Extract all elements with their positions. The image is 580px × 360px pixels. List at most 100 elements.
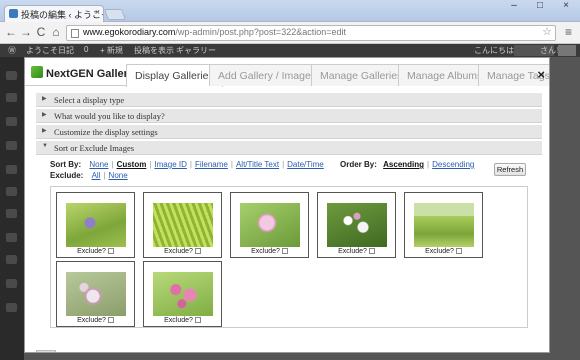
window-controls: – □ × [504,0,576,11]
grass-photo [153,203,213,247]
pink-cluster-photo [66,272,126,316]
exclude-label: Exclude: [50,171,84,180]
sort-alt-title-link[interactable]: Alt/Title Text [236,160,279,169]
wp-admin-bar: Ⓦ ようこそ日記 0 + 新規 投稿を表示 ギャラリー こんにちは、 さん！ [0,44,580,57]
tools-icon [6,255,17,264]
expand-triangle-icon: ▶ [42,96,47,102]
thumbnail-item[interactable]: Exclude? [56,261,135,327]
pages-icon [6,141,17,150]
exclude-checkbox[interactable] [281,248,288,255]
modal-backdrop-right [548,57,580,360]
comments-count[interactable]: 0 [84,45,88,54]
exclude-row: Exclude: All | None [50,171,128,180]
nextgen-logo-icon [31,66,43,78]
pink-flowers-photo [153,272,213,316]
comments-icon [6,165,17,174]
tab-close-icon[interactable]: × [95,7,100,17]
sort-none-link[interactable]: None [89,160,108,169]
thumbnail-item[interactable]: Exclude? [230,192,309,258]
accordion-display-type[interactable]: ▶ Select a display type [36,93,542,107]
order-ascending-link[interactable]: Ascending [383,160,424,169]
sort-custom-link[interactable]: Custom [117,160,147,169]
address-bar[interactable]: www.egokorodiary.com/wp-admin/post.php?p… [66,25,556,41]
forward-arrow-icon[interactable]: → [19,25,33,39]
users-icon [6,233,17,242]
thumbnail-item[interactable]: Exclude? [143,192,222,258]
tab-manage-galleries[interactable]: Manage Galleries [311,64,412,86]
expand-triangle-icon: ▶ [42,128,47,134]
browser-toolbar: ← → C ⌂ www.egokorodiary.com/wp-admin/po… [0,22,580,44]
exclude-none-link[interactable]: None [109,171,128,180]
thumbnail-caption: Exclude? [57,317,134,324]
bookmark-star-icon[interactable]: ☆ [542,25,552,38]
modal-backdrop-bottom [24,352,548,360]
modal-header: NextGEN Gallery Display Galleries Add Ga… [25,58,549,87]
thumbnail-item[interactable]: Exclude? [317,192,396,258]
browser-tab[interactable]: 投稿の編集 ‹ ようこそ日記 – × [4,5,104,22]
exclude-checkbox[interactable] [107,317,114,324]
accordion-label: What would you like to display? [54,111,165,121]
adminbar-gallery[interactable]: ギャラリー [176,45,216,56]
sort-filename-link[interactable]: Filename [195,160,228,169]
maximize-button[interactable]: □ [530,0,550,11]
url-host: www.egokorodiary.com [83,27,176,37]
thumbnail-grid: Exclude? Exclude? Exclude? Exclude? Excl… [50,186,528,328]
posts-icon [6,93,17,102]
order-descending-link[interactable]: Descending [432,160,474,169]
sort-date-time-link[interactable]: Date/Time [287,160,324,169]
wordpress-logo-icon[interactable]: Ⓦ [8,45,16,56]
exclude-checkbox[interactable] [368,248,375,255]
sort-image-id-link[interactable]: Image ID [154,160,186,169]
accordion-what-to-display[interactable]: ▶ What would you like to display? [36,109,542,123]
adminbar-new[interactable]: + 新規 [100,45,123,56]
back-arrow-icon[interactable]: ← [4,25,18,39]
accordion-label: Sort or Exclude Images [54,143,135,153]
dashboard-icon [6,71,17,80]
site-favicon-icon [9,9,18,18]
adminbar-view-post[interactable]: 投稿を表示 [134,45,174,56]
exclude-checkbox[interactable] [194,317,201,324]
adminbar-site-name[interactable]: ようこそ日記 [26,45,74,56]
plugins-icon [6,209,17,218]
home-icon[interactable]: ⌂ [49,25,63,39]
thumbnail-item[interactable]: Exclude? [56,192,135,258]
settings-icon [6,279,17,288]
url-path: /wp-admin/post.php?post=322&action=edit [175,27,346,37]
exclude-checkbox[interactable] [194,248,201,255]
modal-close-icon[interactable]: × [537,67,545,82]
accordion-label: Select a display type [54,95,125,105]
exclude-checkbox[interactable] [455,248,462,255]
exclude-checkbox[interactable] [107,248,114,255]
gallery-menu-icon [6,303,17,312]
page-icon [71,29,79,38]
thumbnail-item[interactable]: Exclude? [404,192,483,258]
avatar[interactable] [558,45,576,56]
thumbnail-caption: Exclude? [144,317,221,324]
appearance-icon [6,187,17,196]
thumbnail-item[interactable]: Exclude? [143,261,222,327]
thumbnail-caption: Exclude? [144,248,221,255]
clover-flower-photo [240,203,300,247]
order-by-label: Order By: [340,160,377,169]
reload-icon[interactable]: C [34,25,48,39]
accordion-sort-exclude[interactable]: ▼ Sort or Exclude Images [36,141,542,155]
minimize-button[interactable]: – [504,0,524,11]
browser-menu-icon[interactable]: ≡ [565,25,572,39]
modal-brand: NextGEN Gallery [46,68,135,80]
media-icon [6,117,17,126]
accordion-customize-settings[interactable]: ▶ Customize the display settings [36,125,542,139]
modal-footer-control[interactable] [36,350,56,352]
tab-title: 投稿の編集 ‹ ようこそ日記 – [21,10,103,20]
tab-add-gallery-images[interactable]: Add Gallery / Images [209,64,326,86]
sort-by-row: Sort By: None | Custom | Image ID | Filename | A… [50,160,475,169]
refresh-button[interactable]: Refresh [494,163,526,176]
thumbnail-caption: Exclude? [231,248,308,255]
exclude-all-link[interactable]: All [92,171,101,180]
browser-titlebar: 投稿の編集 ‹ ようこそ日記 – × – □ × [0,0,580,22]
collapse-triangle-icon: ▼ [42,143,48,149]
new-tab-button[interactable] [103,9,127,20]
window-close-button[interactable]: × [556,0,576,11]
sort-by-label: Sort By: [50,160,82,169]
wp-admin-sidebar [0,57,24,360]
white-flower-photo [327,203,387,247]
